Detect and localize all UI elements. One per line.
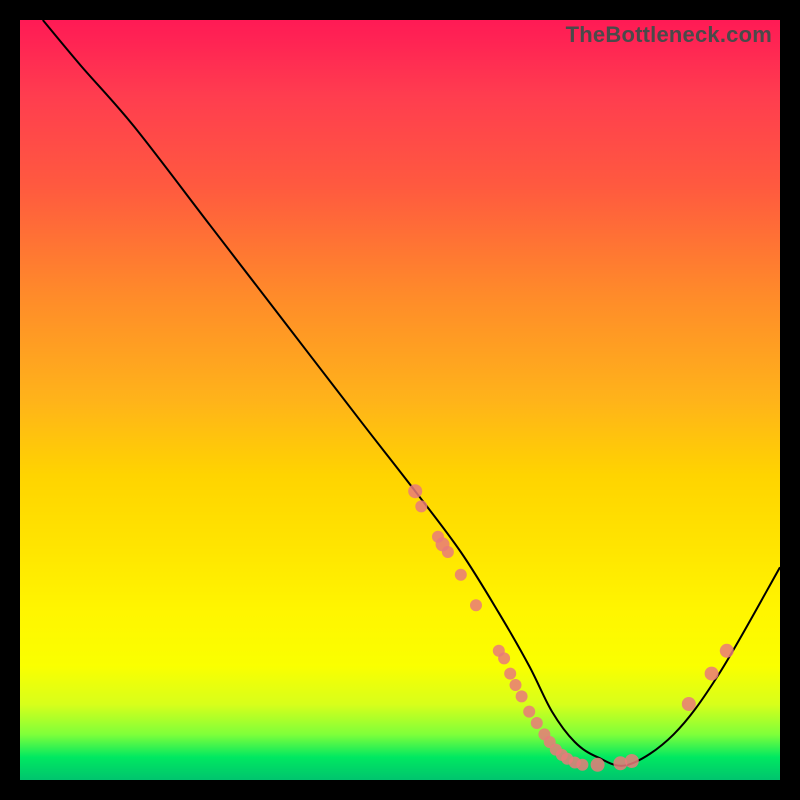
- data-marker: [470, 599, 482, 611]
- chart-svg: [20, 20, 780, 780]
- data-marker: [682, 697, 696, 711]
- marker-group: [408, 484, 734, 772]
- data-marker: [504, 668, 516, 680]
- chart-frame: TheBottleneck.com: [20, 20, 780, 780]
- data-marker: [705, 667, 719, 681]
- data-marker: [591, 758, 605, 772]
- data-marker: [531, 717, 543, 729]
- data-marker: [516, 690, 528, 702]
- data-marker: [625, 754, 639, 768]
- data-marker: [498, 652, 510, 664]
- bottleneck-curve: [43, 20, 780, 766]
- data-marker: [510, 679, 522, 691]
- data-marker: [408, 484, 422, 498]
- data-marker: [455, 569, 467, 581]
- data-marker: [576, 759, 588, 771]
- data-marker: [720, 644, 734, 658]
- data-marker: [442, 546, 454, 558]
- data-marker: [415, 500, 427, 512]
- data-marker: [523, 706, 535, 718]
